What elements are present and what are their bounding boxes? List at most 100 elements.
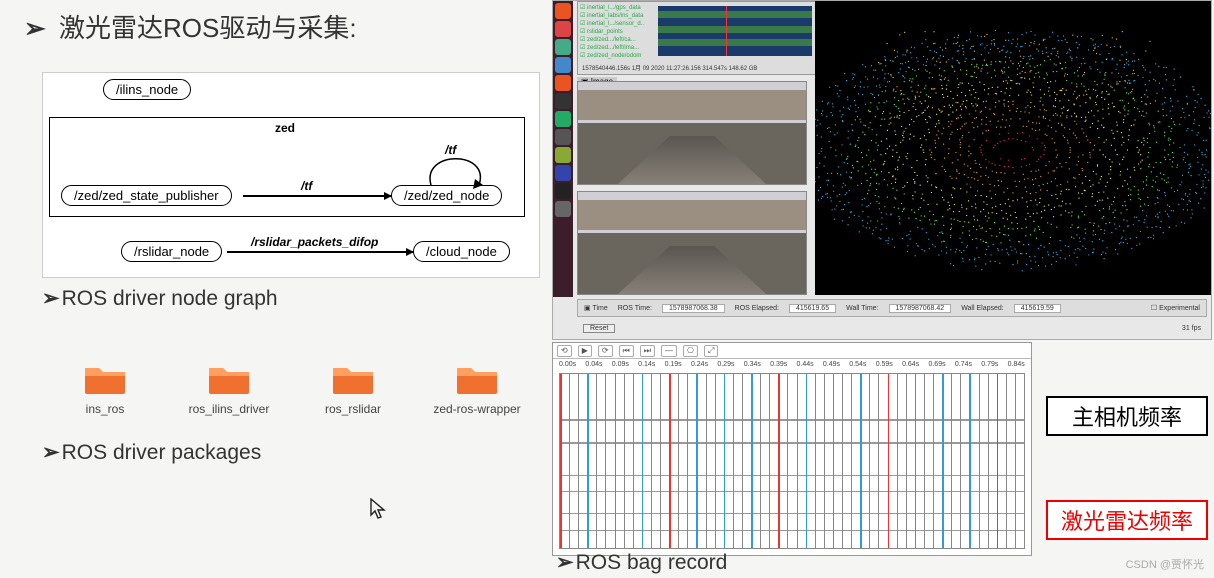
- rviz-screenshot: ☑ inertial_l.../gps_data☑ inertial_labs/…: [552, 0, 1212, 340]
- bag-toolbar-button[interactable]: ⟲: [557, 345, 572, 357]
- bag-tick: 0.29s: [717, 361, 734, 368]
- bag-body: [559, 373, 1025, 549]
- edge-tf: [243, 195, 391, 197]
- bullet-arrow-icon: ➢: [556, 551, 574, 574]
- node-zed-state-publisher: /zed/zed_state_publisher: [61, 185, 232, 206]
- camera-view-top: [577, 81, 807, 185]
- bag-frame-line: [642, 374, 644, 548]
- bag-frame-line: [560, 374, 562, 548]
- bag-frame-line: [860, 374, 862, 548]
- bag-tick: 0.00s: [559, 361, 576, 368]
- bag-frame-line: [806, 374, 808, 548]
- bag-toolbar-button[interactable]: ⏮: [619, 345, 634, 357]
- bag-tick: 0.84s: [1008, 361, 1025, 368]
- slide-title-text: 激光雷达ROS驱动与采集:: [59, 13, 357, 43]
- bag-tick: 0.39s: [770, 361, 787, 368]
- bag-frame-line: [587, 374, 589, 548]
- pointcloud-view: [815, 1, 1211, 295]
- bag-tick: 0.44s: [797, 361, 814, 368]
- ros-time-value: 1578987068.38: [662, 304, 725, 313]
- ros-node-graph: /ilins_node zed /zed/zed_state_publisher…: [42, 72, 540, 278]
- rviz-reset-row: Reset 31 fps: [577, 321, 1207, 335]
- launcher-app-icon[interactable]: [555, 39, 571, 55]
- folder-item[interactable]: zed-ros-wrapper: [422, 362, 532, 432]
- launcher-app-icon[interactable]: [555, 165, 571, 181]
- bag-tick: 0.64s: [902, 361, 919, 368]
- node-ilins: /ilins_node: [103, 79, 191, 100]
- folder-row: ins_ros ros_ilins_driver ros_rslidar zed…: [42, 362, 540, 432]
- label-lidar-frequency: 激光雷达频率: [1046, 500, 1208, 540]
- launcher-app-icon[interactable]: [555, 75, 571, 91]
- rviz-time-bar: ▣ Time ROS Time: 1578987068.38 ROS Elaps…: [577, 299, 1207, 317]
- label-camera-frequency: 主相机频率: [1046, 396, 1208, 436]
- launcher-app-icon[interactable]: [555, 57, 571, 73]
- rqt-status-text: 1578540446.156s 1月 09 2020 11:27:26.156 …: [582, 63, 812, 72]
- camera-view-bottom: [577, 191, 807, 295]
- bullet-arrow-icon: ➢: [24, 13, 46, 43]
- wall-elapsed-value: 415619.59: [1014, 304, 1061, 313]
- bag-tick: 0.49s: [823, 361, 840, 368]
- bag-tick: 0.09s: [612, 361, 629, 368]
- bullet-arrow-icon: ➢: [42, 441, 60, 464]
- caption-bagrecord: ➢ROS bag record: [556, 550, 727, 575]
- folder-label: ros_rslidar: [325, 402, 381, 416]
- launcher-app-icon[interactable]: [555, 21, 571, 37]
- launcher-app-icon[interactable]: [555, 93, 571, 109]
- launcher-app-icon[interactable]: [555, 3, 571, 19]
- node-cloud: /cloud_node: [413, 241, 510, 262]
- bag-tick: 0.34s: [744, 361, 761, 368]
- folder-item[interactable]: ins_ros: [50, 362, 160, 432]
- edge-rslidar-packets-label: /rslidar_packets_difop: [251, 235, 378, 249]
- bag-tick: 0.14s: [638, 361, 655, 368]
- launcher-app-icon[interactable]: [555, 111, 571, 127]
- reset-button[interactable]: Reset: [583, 324, 615, 333]
- launcher-app-icon[interactable]: [555, 183, 571, 199]
- bag-tick: 0.04s: [585, 361, 602, 368]
- fps-readout: 31 fps: [1182, 325, 1201, 332]
- bag-row-camera: [560, 419, 1024, 443]
- bag-tick: 0.24s: [691, 361, 708, 368]
- bag-toolbar-button[interactable]: ⟳: [598, 345, 613, 357]
- bag-toolbar-button[interactable]: ⤢: [704, 345, 718, 357]
- folder-item[interactable]: ros_ilins_driver: [174, 362, 284, 432]
- bag-tick: 0.54s: [849, 361, 866, 368]
- bag-frame-line: [833, 374, 835, 548]
- folder-icon: [455, 362, 499, 396]
- node-rslidar: /rslidar_node: [121, 241, 222, 262]
- cursor-icon: [370, 498, 388, 525]
- time-hdr: ▣ Time: [584, 304, 608, 312]
- folder-icon: [207, 362, 251, 396]
- bag-toolbar-button[interactable]: ⎔: [683, 345, 698, 357]
- bag-row-lidar: [560, 513, 1024, 530]
- self-loop-tf-label: /tf: [445, 143, 456, 157]
- rqt-bag-panel: ☑ inertial_l.../gps_data☑ inertial_labs/…: [577, 1, 817, 75]
- launcher-app-icon[interactable]: [555, 201, 571, 217]
- bag-frame-line: [915, 374, 917, 548]
- bag-tick: 0.19s: [665, 361, 682, 368]
- bag-frame-line: [1024, 374, 1025, 548]
- bag-frame-line: [669, 374, 671, 548]
- folder-icon: [331, 362, 375, 396]
- watermark: CSDN @贾怀光: [1126, 556, 1204, 572]
- bag-frame-line: [751, 374, 753, 548]
- launcher-app-icon[interactable]: [555, 129, 571, 145]
- bag-toolbar-button[interactable]: ⏭: [640, 345, 655, 357]
- edge-rslidar-packets: [227, 251, 413, 253]
- bag-tick: 0.59s: [876, 361, 893, 368]
- launcher-app-icon[interactable]: [555, 147, 571, 163]
- bag-toolbar-button[interactable]: ▶: [578, 345, 592, 357]
- bag-tick-labels: 0.00s 0.04s 0.09s 0.14s 0.19s 0.24s 0.29s 0.34s…: [559, 361, 1025, 368]
- bag-row-mid: [560, 475, 1024, 492]
- bag-toolbar: ⟲ ▶ ⟳ ⏮ ⏭ — ⎔ ⤢: [553, 343, 1031, 359]
- folder-label: zed-ros-wrapper: [433, 402, 520, 416]
- folder-icon: [83, 362, 127, 396]
- folder-item[interactable]: ros_rslidar: [298, 362, 408, 432]
- bag-frame-line: [969, 374, 971, 548]
- zed-box-label: zed: [275, 121, 295, 135]
- bag-tick: 0.69s: [928, 361, 945, 368]
- bag-toolbar-button[interactable]: —: [661, 345, 677, 357]
- ubuntu-launcher: [553, 1, 573, 297]
- slide-title: ➢ 激光雷达ROS驱动与采集:: [24, 8, 357, 45]
- rqt-topic-list: ☑ inertial_l.../gps_data☑ inertial_labs/…: [580, 4, 644, 60]
- caption-nodegraph: ➢ROS driver node graph: [42, 286, 278, 311]
